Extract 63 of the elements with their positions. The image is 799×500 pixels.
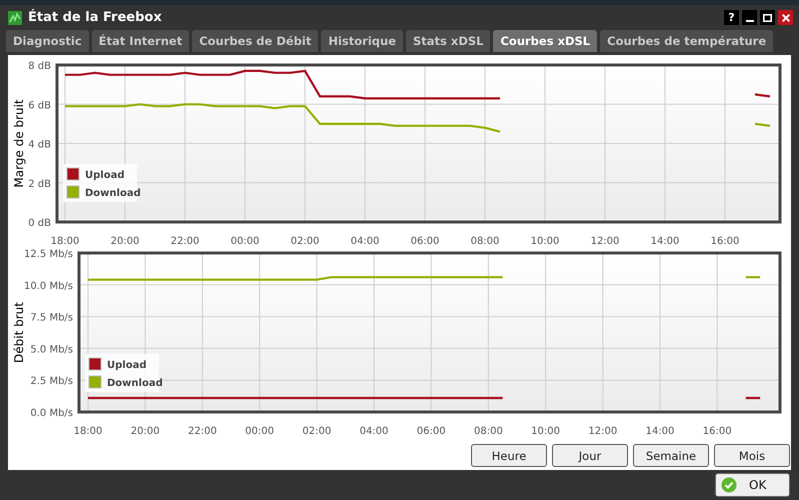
- minimize-button[interactable]: [742, 10, 757, 25]
- legend-label: Download: [85, 188, 141, 199]
- x-tick-label: 16:00: [702, 426, 732, 437]
- tab[interactable]: Diagnostic: [6, 30, 89, 52]
- x-tick-label: 06:00: [410, 236, 440, 247]
- x-tick-label: 14:00: [646, 426, 674, 437]
- app-icon: [8, 10, 22, 24]
- tab[interactable]: Courbes de Débit: [192, 30, 318, 52]
- tab[interactable]: Courbes xDSL: [493, 30, 598, 52]
- y-tick-label: 8 dB: [28, 61, 51, 72]
- x-tick-label: 08:00: [470, 236, 500, 247]
- x-tick-label: 10:00: [530, 236, 560, 247]
- help-button[interactable]: ?: [724, 10, 739, 25]
- y-tick-label: 10.0 Mb/s: [24, 280, 73, 292]
- x-tick-label: 12:00: [588, 426, 618, 437]
- tab[interactable]: Courbes de température: [600, 30, 774, 52]
- x-tick-label: 20:00: [130, 426, 160, 437]
- x-tick-label: 00:00: [245, 426, 274, 437]
- x-tick-label: 06:00: [416, 426, 446, 437]
- ok-button[interactable]: OK: [715, 473, 790, 497]
- legend-label: Download: [107, 378, 163, 389]
- y-tick-label: 5.0 Mb/s: [30, 344, 73, 356]
- x-tick-label: 12:00: [590, 236, 620, 247]
- y-tick-label: 2.5 Mb/s: [30, 376, 73, 388]
- y-axis-label: Débit brut: [12, 302, 26, 363]
- y-tick-label: 6 dB: [28, 100, 51, 112]
- x-tick-label: 04:00: [350, 236, 380, 247]
- y-tick-label: 2 dB: [28, 178, 51, 190]
- x-tick-label: 16:00: [710, 236, 740, 247]
- y-axis-label: Marge de bruit: [12, 99, 26, 188]
- x-tick-label: 08:00: [474, 426, 503, 437]
- minimize-icon: [746, 20, 754, 22]
- tab[interactable]: Historique: [321, 30, 404, 52]
- legend-label: Upload: [85, 170, 124, 181]
- x-tick-label: 14:00: [650, 236, 680, 247]
- maximize-button[interactable]: [760, 10, 775, 25]
- range-button[interactable]: Mois: [714, 444, 790, 467]
- range-button[interactable]: Jour: [552, 444, 628, 467]
- x-tick-label: 02:00: [290, 236, 320, 247]
- range-button[interactable]: Heure: [471, 444, 547, 467]
- x-tick-label: 18:00: [50, 236, 80, 247]
- tab[interactable]: État Internet: [92, 30, 190, 52]
- range-button[interactable]: Semaine: [633, 444, 709, 467]
- close-icon: [782, 14, 790, 22]
- y-tick-label: 12.5 Mb/s: [24, 249, 73, 260]
- x-tick-label: 00:00: [230, 236, 260, 247]
- window-title: État de la Freebox: [28, 10, 162, 25]
- y-tick-label: 0 dB: [28, 218, 51, 229]
- x-tick-label: 04:00: [360, 426, 388, 437]
- x-tick-label: 22:00: [188, 426, 217, 437]
- x-tick-label: 10:00: [531, 426, 560, 437]
- x-tick-label: 02:00: [302, 426, 332, 437]
- close-button[interactable]: [778, 10, 793, 25]
- y-tick-label: 4 dB: [28, 140, 51, 150]
- x-tick-label: 22:00: [170, 236, 200, 247]
- tab[interactable]: Stats xDSL: [406, 30, 490, 52]
- x-tick-label: 18:00: [74, 426, 102, 437]
- maximize-icon: [763, 14, 772, 22]
- x-tick-label: 20:00: [110, 236, 140, 247]
- check-icon: [721, 477, 737, 493]
- y-tick-label: 0.0 Mb/s: [30, 408, 73, 419]
- legend-label: Upload: [107, 360, 146, 371]
- y-tick-label: 7.5 Mb/s: [30, 312, 73, 324]
